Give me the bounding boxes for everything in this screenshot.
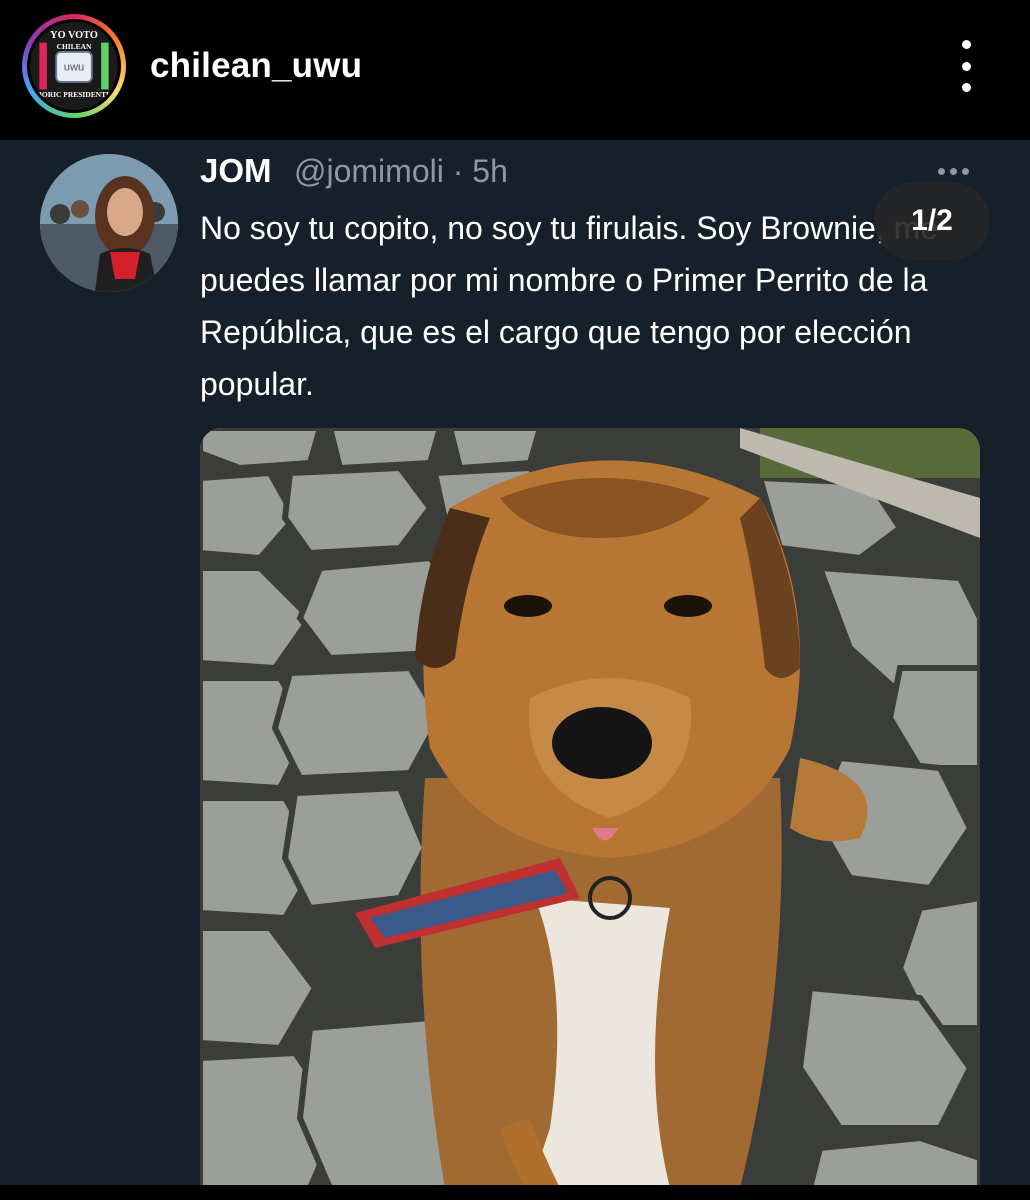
profile-avatar[interactable]: YO VOTO CHILEAN uwu BORIC PRESIDENTE — [22, 14, 126, 118]
avatar-badge-image: YO VOTO CHILEAN uwu BORIC PRESIDENTE — [27, 19, 121, 113]
post-image[interactable]: JOM @jomimoli · 5h No soy tu copito, no … — [0, 140, 1030, 1188]
badge-top-text: YO VOTO — [50, 30, 98, 41]
carousel-page-indicator: 1/2 — [874, 182, 990, 260]
dog-photo-graphic — [200, 428, 980, 1188]
tweet-handle-time: @jomimoli · 5h — [294, 153, 508, 189]
badge-middle-text: CHILEAN — [57, 42, 92, 51]
tweet-author-avatar — [40, 154, 178, 292]
instagram-username[interactable]: chilean_uwu — [150, 46, 362, 86]
dot — [950, 168, 957, 175]
vertical-ellipsis-icon[interactable] — [950, 40, 982, 92]
tweet-display-name[interactable]: JOM — [200, 152, 272, 190]
dot — [961, 83, 971, 92]
badge-bottom-text: BORIC PRESIDENTE — [37, 90, 111, 99]
badge-center-text: uwu — [64, 62, 85, 74]
dot — [962, 168, 969, 175]
dot — [961, 61, 971, 71]
tweet-text: No soy tu copito, no soy tu firulais. So… — [200, 210, 939, 402]
avatar-photo — [40, 154, 178, 292]
instagram-header: YO VOTO CHILEAN uwu BORIC PRESIDENTE chi… — [0, 0, 1030, 140]
tweet-media-photo[interactable] — [200, 428, 980, 1188]
horizontal-ellipsis-icon[interactable] — [938, 168, 969, 175]
bottom-divider — [0, 1185, 1030, 1200]
dot — [961, 40, 971, 49]
vote-badge-graphic: YO VOTO CHILEAN uwu BORIC PRESIDENTE — [30, 22, 118, 110]
dot — [938, 168, 945, 175]
